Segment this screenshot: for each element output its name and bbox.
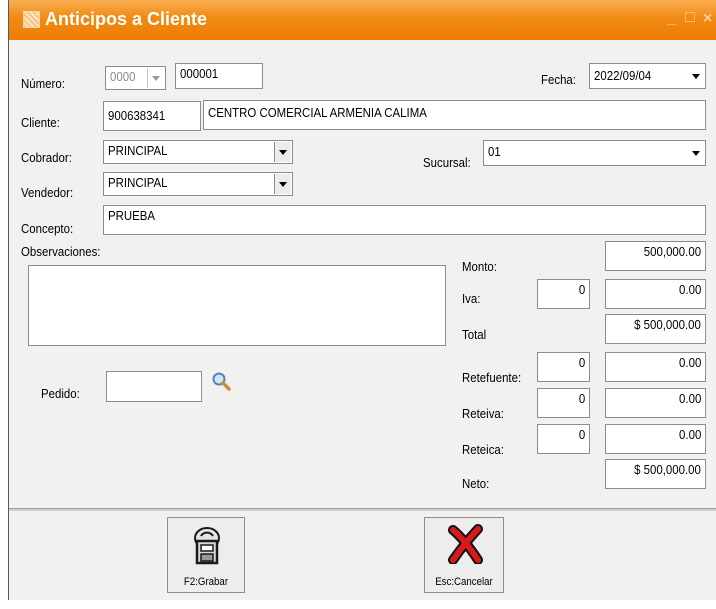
minimize-icon[interactable]: _: [667, 10, 676, 28]
reteiva-label: Reteiva:: [462, 406, 504, 421]
total-label: Total: [462, 327, 487, 342]
chevron-down-icon[interactable]: [147, 68, 164, 88]
vendedor-label: Vendedor:: [21, 185, 74, 200]
numero-label: Número:: [21, 76, 65, 91]
title-bar[interactable]: Anticipos a Cliente _ □ ×: [9, 0, 716, 40]
search-icon[interactable]: [211, 371, 233, 393]
sucursal-select[interactable]: 01: [483, 140, 706, 166]
maximize-icon[interactable]: □: [685, 9, 695, 27]
monto-label: Monto:: [462, 259, 497, 274]
dialog-window: Anticipos a Cliente _ □ × Número: 0000 0…: [8, 0, 716, 600]
observaciones-textarea[interactable]: [28, 265, 446, 346]
chevron-down-icon[interactable]: [687, 142, 704, 164]
cliente-label: Cliente:: [21, 115, 60, 130]
footer-separator: [9, 508, 716, 511]
window-title: Anticipos a Cliente: [45, 9, 208, 29]
sucursal-label: Sucursal:: [423, 155, 471, 170]
concepto-input[interactable]: PRUEBA: [103, 205, 706, 235]
cancelar-button[interactable]: Esc:Cancelar: [424, 517, 504, 593]
reteiva-input[interactable]: 0.00: [605, 388, 706, 418]
fecha-picker[interactable]: 2022/09/04: [589, 63, 706, 89]
cobrador-select[interactable]: PRINCIPAL: [103, 140, 293, 164]
pedido-input[interactable]: [106, 371, 202, 402]
reteica-percent-input[interactable]: 0: [537, 424, 590, 454]
cliente-nombre-input[interactable]: CENTRO COMERCIAL ARMENIA CALIMA: [203, 100, 706, 130]
chevron-down-icon[interactable]: [687, 65, 704, 87]
grabar-label: F2:Grabar: [183, 576, 229, 588]
save-icon: [194, 527, 220, 565]
iva-percent-input[interactable]: 0: [537, 279, 590, 309]
vendedor-select[interactable]: PRINCIPAL: [103, 172, 293, 196]
neto-label: Neto:: [462, 476, 490, 491]
iva-label: Iva:: [462, 291, 481, 306]
vendedor-value: PRINCIPAL: [108, 175, 168, 190]
retefuente-input[interactable]: 0.00: [605, 352, 706, 382]
cobrador-label: Cobrador:: [21, 150, 72, 165]
sucursal-value: 01: [488, 144, 501, 159]
neto-input[interactable]: $ 500,000.00: [605, 459, 706, 489]
retefuente-percent-input[interactable]: 0: [537, 352, 590, 382]
pedido-label: Pedido:: [41, 386, 80, 401]
fecha-value: 2022/09/04: [594, 68, 652, 83]
monto-input[interactable]: 500,000.00: [605, 241, 706, 271]
cancel-x-icon: [448, 524, 483, 564]
concepto-label: Concepto:: [21, 221, 74, 236]
numero-input[interactable]: 000001: [175, 63, 263, 89]
chevron-down-icon[interactable]: [274, 142, 291, 162]
close-icon[interactable]: ×: [703, 10, 712, 28]
grabar-button[interactable]: F2:Grabar: [167, 517, 245, 593]
window-app-icon: [23, 11, 40, 28]
numero-prefix-value: 0000: [110, 69, 136, 84]
cancelar-label: Esc:Cancelar: [435, 576, 493, 588]
chevron-down-icon[interactable]: [274, 174, 291, 194]
observaciones-label: Observaciones:: [21, 244, 101, 259]
total-input[interactable]: $ 500,000.00: [605, 314, 706, 344]
cliente-nit-input[interactable]: 900638341: [103, 101, 201, 131]
retefuente-label: Retefuente:: [462, 370, 522, 385]
cobrador-value: PRINCIPAL: [108, 143, 168, 158]
reteiva-percent-input[interactable]: 0: [537, 388, 590, 418]
iva-input[interactable]: 0.00: [605, 279, 706, 309]
fecha-label: Fecha:: [541, 72, 576, 87]
reteica-label: Reteica:: [462, 442, 504, 457]
reteica-input[interactable]: 0.00: [605, 424, 706, 454]
numero-prefix-select[interactable]: 0000: [105, 66, 166, 90]
